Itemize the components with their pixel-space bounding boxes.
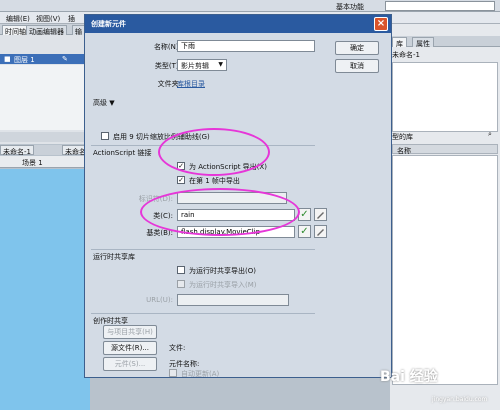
pencil-icon: ✎ [62, 55, 68, 63]
help-search-input[interactable] [385, 1, 495, 11]
auto-update-label: 自动更新(A) [181, 370, 220, 378]
library-preview [392, 62, 498, 132]
menu-insert[interactable]: 插 [68, 14, 75, 24]
layer-name: 图层 1 [14, 56, 35, 64]
validate-class-icon[interactable]: ✓ [298, 208, 311, 221]
symbol-button[interactable]: 元件(S)... [103, 357, 157, 371]
timeline-panel: 时间轴 动画编辑器 输 ■ 图层 1 ✎ [0, 24, 90, 144]
export-frame1-checkbox[interactable]: ✓ [177, 176, 185, 184]
symbol-name-label: 元件名称: [169, 360, 200, 368]
timeline-frames[interactable] [0, 65, 90, 130]
cancel-button[interactable]: 取消 [335, 59, 379, 73]
layer-row[interactable]: ■ 图层 1 ✎ [0, 54, 90, 64]
edit-class-icon[interactable] [314, 208, 327, 221]
watermark-url: jingyan.baidu.com [432, 396, 488, 403]
folder-label: 文件夹: [157, 80, 181, 88]
type-value: 影片剪辑 [181, 62, 209, 70]
menu-view[interactable]: 视图(V) [36, 14, 60, 24]
library-document[interactable]: 未命名-1 [392, 50, 492, 60]
watermark-logo: Bai 经验 [380, 369, 438, 385]
menu-edit[interactable]: 编辑(E) [6, 14, 30, 24]
workspace-label: 基本功能 [336, 3, 364, 11]
ok-button[interactable]: 确定 [335, 41, 379, 55]
timeline-tabs: 时间轴 动画编辑器 输 [0, 24, 90, 36]
url-input [177, 294, 289, 306]
chevron-down-icon: ▼ [218, 61, 223, 68]
library-column-header[interactable]: 名称 [392, 144, 498, 155]
runtime-import-label: 为运行时共享导入(M) [189, 281, 257, 289]
highlight-ellipse-class [140, 188, 300, 236]
app-title-strip: 基本功能 [0, 0, 500, 12]
scene-label[interactable]: 场景 1 [22, 158, 43, 168]
auto-update-checkbox[interactable] [169, 369, 177, 377]
runtime-export-checkbox[interactable] [177, 266, 185, 274]
name-label: 名称(N): [153, 43, 181, 51]
name-input[interactable] [177, 40, 315, 52]
tab-properties[interactable]: 属性 [412, 37, 434, 48]
edit-base-class-icon[interactable] [314, 225, 327, 238]
share-project-button[interactable]: 与项目共享(H) [103, 325, 157, 339]
type-label: 类型(T): [154, 62, 181, 70]
layer-icon: ■ [4, 55, 11, 63]
document-tabs: 未命名-1 未命名 [0, 145, 90, 156]
tab-library[interactable]: 库 [392, 37, 407, 48]
runtime-title: 运行时共享库 [93, 253, 135, 261]
timeline-controls [0, 132, 90, 142]
library-panel: 库 属性 未命名-1 型的库 ⌕ 名称 [390, 24, 500, 410]
library-list[interactable] [392, 155, 498, 385]
runtime-import-checkbox[interactable] [177, 280, 185, 288]
validate-base-class-icon[interactable]: ✓ [298, 225, 311, 238]
runtime-export-label: 为运行时共享导出(O) [189, 267, 256, 275]
url-label: URL(U): [146, 296, 173, 304]
tab-document-1[interactable]: 未命名-1 [0, 145, 34, 156]
stage-area[interactable] [0, 169, 90, 410]
library-tabs: 库 属性 [390, 36, 500, 48]
tab-motion-editor[interactable]: 动画编辑器 [26, 25, 67, 36]
search-icon[interactable]: ⌕ [488, 130, 498, 140]
close-icon[interactable]: × [374, 17, 388, 31]
type-select[interactable]: 影片剪辑 ▼ [177, 59, 227, 71]
tab-timeline[interactable]: 时间轴 [2, 25, 29, 36]
workspace-switcher[interactable]: 基本功能 [300, 1, 380, 11]
source-file-button[interactable]: 源文件(R)... [103, 341, 157, 355]
library-count: 型的库 [392, 133, 413, 141]
dialog-title: 创建新元件 [91, 20, 126, 28]
export-frame1-label: 在第 1 帧中导出 [189, 177, 240, 185]
slice-guides-checkbox[interactable] [101, 132, 109, 140]
scene-bar: 场景 1 [0, 156, 90, 168]
dialog-titlebar[interactable]: 创建新元件 × [85, 15, 391, 33]
advanced-toggle[interactable]: 高级 ▼ [93, 98, 115, 108]
highlight-ellipse-export [158, 128, 270, 176]
linkage-title: ActionScript 链接 [93, 149, 152, 157]
file-label: 文件: [169, 344, 186, 352]
folder-link[interactable]: 库根目录 [177, 79, 205, 89]
